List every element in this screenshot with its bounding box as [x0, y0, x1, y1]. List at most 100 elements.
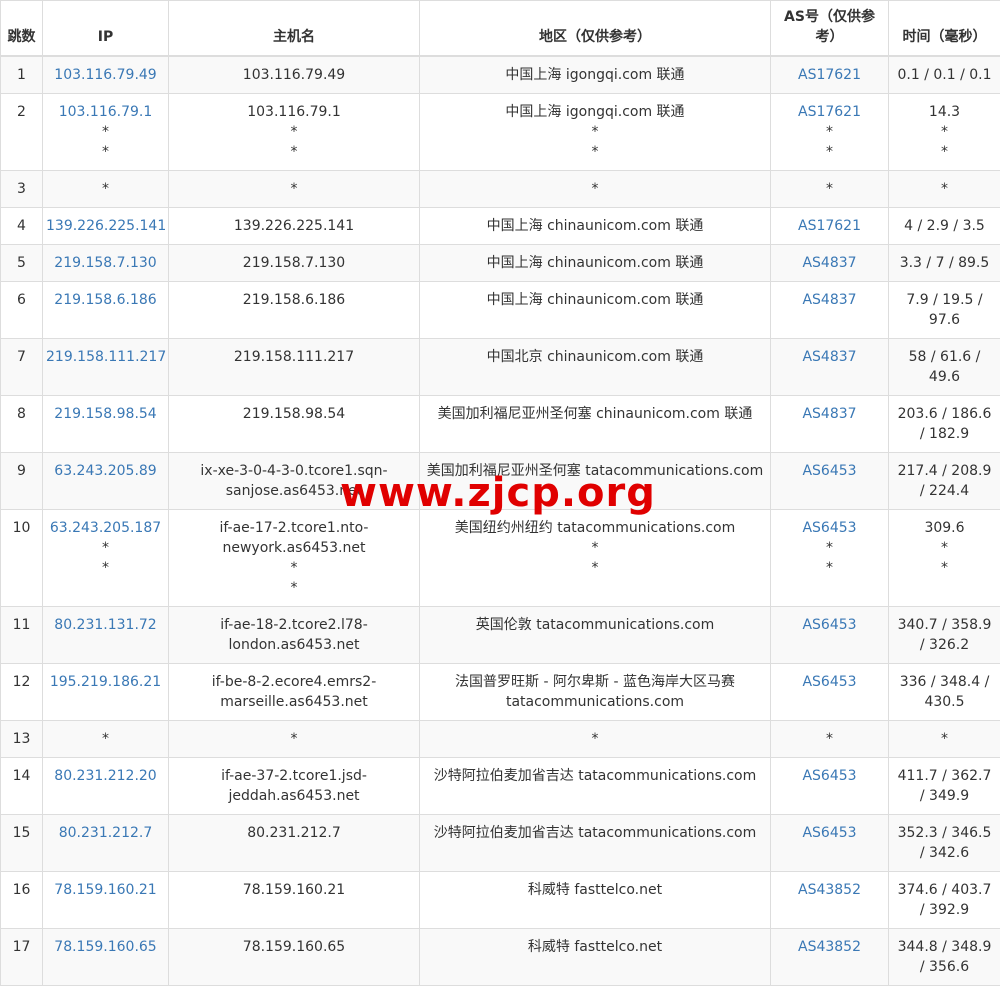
geo-text: 中国北京 chinaunicom.com 联通 [486, 349, 704, 365]
cell-ip: 80.231.212.20 [42, 757, 169, 815]
cell-as: AS6453 [770, 757, 889, 815]
time-text: / 349.9 [919, 788, 970, 804]
time-text: 14.3 [928, 104, 961, 120]
time-text: / 182.9 [919, 426, 970, 442]
cell-as: AS6453 [770, 663, 889, 721]
as-link[interactable]: AS17621 [774, 65, 885, 85]
host-text: * [290, 124, 298, 140]
ip-link[interactable]: 63.243.205.187 [46, 518, 165, 538]
ip-link[interactable]: 219.158.6.186 [46, 290, 165, 310]
table-row: 2 103.116.79.1 * * 103.116.79.1 * * 中国上海 igongq… [0, 93, 1000, 171]
geo-text: 法国普罗旺斯 - 阿尔卑斯 - 蓝色海岸大区马赛 [455, 674, 735, 690]
table-row: 12 195.219.186.21 if-be-8-2.ecore4.emrs2- m… [0, 663, 1000, 721]
as-link[interactable]: AS4837 [774, 347, 885, 367]
cell-ip: 103.116.79.49 [42, 55, 169, 94]
time-text: 7.9 / 19.5 / [906, 292, 983, 308]
header-ip: IP [42, 0, 169, 57]
ip-text: * [102, 560, 109, 576]
as-link[interactable]: AS17621 [774, 102, 885, 122]
host-text: 78.159.160.21 [242, 882, 346, 898]
cell-time: 7.9 / 19.5 / 97.6 [888, 281, 1000, 339]
geo-text: 中国上海 chinaunicom.com 联通 [486, 292, 704, 308]
geo-text: * [591, 124, 599, 140]
cell-time: 4 / 2.9 / 3.5 [888, 207, 1000, 245]
table-row: 10 63.243.205.187 * * if-ae-17-2.tcore1.nto-… [0, 509, 1000, 607]
cell-time: 217.4 / 208.9 / 224.4 [888, 452, 1000, 510]
table-row: 9 63.243.205.89 ix-xe-3-0-4-3-0.tcore1.sqn… [0, 452, 1000, 510]
geo-text: 中国上海 igongqi.com 联通 [505, 104, 685, 120]
cell-ip: 78.159.160.65 [42, 928, 169, 986]
geo-text: * [591, 731, 599, 747]
as-link[interactable]: AS4837 [774, 253, 885, 273]
cell-as: AS6453 [770, 606, 889, 664]
hop-number: 17 [12, 939, 31, 955]
cell-host: 78.159.160.65 [168, 928, 420, 986]
geo-text: * [591, 144, 599, 160]
ip-link[interactable]: 78.159.160.21 [46, 880, 165, 900]
cell-host: if-ae-17-2.tcore1.nto-newyork.as6453.net… [168, 509, 420, 607]
time-text: 374.6 / 403.7 [897, 882, 992, 898]
ip-link[interactable]: 219.158.111.217 [46, 347, 166, 367]
ip-link[interactable]: 103.116.79.49 [46, 65, 165, 85]
hop-number: 1 [17, 67, 26, 83]
as-link[interactable]: AS17621 [774, 216, 885, 236]
ip-link[interactable]: 103.116.79.1 [46, 102, 165, 122]
geo-text: 美国加利福尼亚州圣何塞 tatacommunications.com [426, 463, 764, 479]
cell-host: * [168, 720, 420, 758]
header-hop: 跳数 [0, 0, 43, 57]
cell-as: AS17621 [770, 55, 889, 94]
cell-host: 139.226.225.141 [168, 207, 420, 245]
ip-link[interactable]: 80.231.212.20 [46, 766, 165, 786]
cell-time: 344.8 / 348.9 / 356.6 [888, 928, 1000, 986]
as-link[interactable]: AS6453 [774, 615, 885, 635]
cell-as: AS17621 * * [770, 93, 889, 171]
time-text: 49.6 [928, 369, 961, 385]
header-host: 主机名 [168, 0, 420, 57]
ip-link[interactable]: 219.158.98.54 [46, 404, 165, 424]
cell-geo: 沙特阿拉伯麦加省吉达 tatacommunications.com [419, 814, 771, 872]
as-link[interactable]: AS6453 [774, 672, 885, 692]
ip-link[interactable]: 139.226.225.141 [46, 216, 166, 236]
as-link[interactable]: AS4837 [774, 404, 885, 424]
as-link[interactable]: AS43852 [774, 937, 885, 957]
geo-text: * [591, 181, 599, 197]
cell-as: AS6453 * * [770, 509, 889, 607]
ip-link[interactable]: 63.243.205.89 [46, 461, 165, 481]
hop-number: 14 [12, 768, 31, 784]
cell-ip: 103.116.79.1 * * [42, 93, 169, 171]
ip-link[interactable]: 80.231.131.72 [46, 615, 165, 635]
time-text: / 326.2 [919, 637, 970, 653]
cell-ip: 195.219.186.21 [42, 663, 169, 721]
as-text: * [826, 731, 833, 747]
table-row: 15 80.231.212.7 80.231.212.7 沙特阿拉伯麦加省吉达 tat… [0, 814, 1000, 872]
time-text: 336 / 348.4 / [899, 674, 990, 690]
as-link[interactable]: AS43852 [774, 880, 885, 900]
cell-as: * [770, 170, 889, 208]
geo-text: 美国纽约州纽约 tatacommunications.com [454, 520, 736, 536]
ip-link[interactable]: 195.219.186.21 [46, 672, 165, 692]
geo-text: 沙特阿拉伯麦加省吉达 tatacommunications.com [433, 768, 757, 784]
ip-link[interactable]: 219.158.7.130 [46, 253, 165, 273]
cell-hop: 7 [0, 338, 43, 396]
hop-number: 9 [17, 463, 26, 479]
ip-link[interactable]: 78.159.160.65 [46, 937, 165, 957]
as-link[interactable]: AS6453 [774, 823, 885, 843]
cell-hop: 3 [0, 170, 43, 208]
cell-host: 78.159.160.21 [168, 871, 420, 929]
cell-time: 374.6 / 403.7 / 392.9 [888, 871, 1000, 929]
hop-number: 5 [17, 255, 26, 271]
ip-link[interactable]: 80.231.212.7 [46, 823, 165, 843]
cell-geo: 科威特 fasttelco.net [419, 871, 771, 929]
host-text: 219.158.98.54 [242, 406, 346, 422]
cell-as: AS6453 [770, 814, 889, 872]
host-text: ix-xe-3-0-4-3-0.tcore1.sqn- [200, 463, 388, 479]
as-link[interactable]: AS6453 [774, 766, 885, 786]
as-link[interactable]: AS4837 [774, 290, 885, 310]
as-link[interactable]: AS6453 [774, 518, 885, 538]
table-row: 14 80.231.212.20 if-ae-37-2.tcore1.jsd-jed… [0, 757, 1000, 815]
time-text: 58 / 61.6 / [908, 349, 981, 365]
cell-ip: 219.158.7.130 [42, 244, 169, 282]
as-link[interactable]: AS6453 [774, 461, 885, 481]
cell-hop: 8 [0, 395, 43, 453]
cell-hop: 14 [0, 757, 43, 815]
